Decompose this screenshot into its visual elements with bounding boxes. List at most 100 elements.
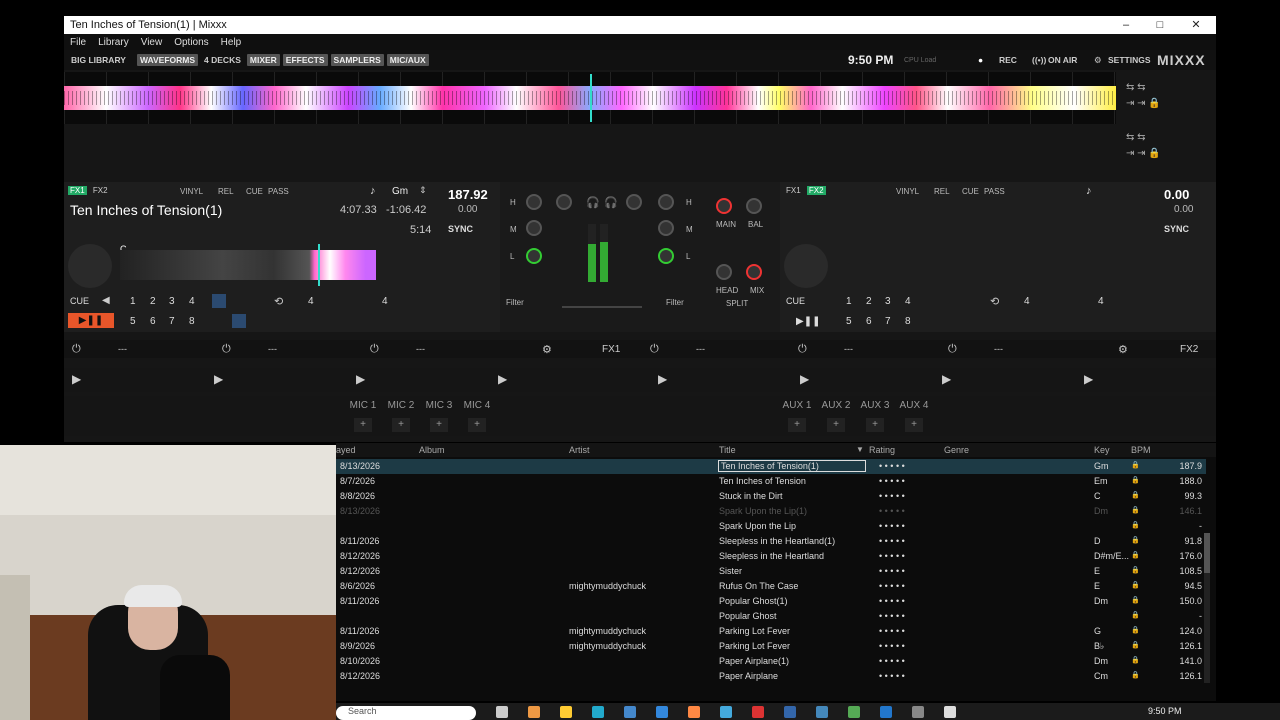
deck2-gain-knob[interactable] <box>626 194 642 210</box>
deck2-cue-mode[interactable]: CUE <box>962 187 979 196</box>
gear-icon[interactable]: ⚙ <box>542 343 552 356</box>
deck1-hotcue-7[interactable]: 7 <box>169 316 175 327</box>
fx1-slot3-select[interactable]: --- <box>416 344 425 354</box>
playhead-marker[interactable] <box>590 74 592 122</box>
rating-stars[interactable]: • • • • • <box>879 641 905 651</box>
bpm-lock-icon[interactable]: 🔒 <box>1131 521 1140 529</box>
minimize-button[interactable]: – <box>1110 16 1142 34</box>
sampler-5-play-icon[interactable]: ▶ <box>658 372 667 386</box>
table-row[interactable]: 8/13/2026 Spark Upon the Lip(1) Dm 146.1 • •… <box>336 504 1206 519</box>
table-row[interactable]: 8/7/2026 Ten Inches of Tension Em 188.0 • • … <box>336 474 1206 489</box>
rating-stars[interactable]: • • • • • <box>879 536 905 546</box>
col-rating[interactable]: Rating <box>869 445 895 455</box>
split-button[interactable]: SPLIT <box>726 299 748 308</box>
deck1-loop-icon[interactable]: ⟲ <box>274 295 283 308</box>
deck1-hotcue-3[interactable]: 3 <box>169 296 175 307</box>
deck2-eq-high-knob[interactable] <box>658 194 674 210</box>
fx2-slot2-select[interactable]: --- <box>844 344 853 354</box>
table-row[interactable]: 8/11/2026 Popular Ghost(1) Dm 150.0 • • • • … <box>336 594 1206 609</box>
head-gain-knob[interactable] <box>716 264 732 280</box>
app-icon-1[interactable] <box>656 706 668 718</box>
sampler-8-play-icon[interactable]: ▶ <box>1084 372 1093 386</box>
table-row[interactable]: 8/9/2026 mightymuddychuck Parking Lot Feve… <box>336 639 1206 654</box>
bpm-lock-icon[interactable]: 🔒 <box>1131 551 1140 559</box>
rating-stars[interactable]: • • • • • <box>879 551 905 561</box>
menu-file[interactable]: File <box>70 37 86 48</box>
deck1-sync-button[interactable]: SYNC <box>448 224 473 234</box>
app-icon-6[interactable] <box>848 706 860 718</box>
firefox-icon[interactable] <box>528 706 540 718</box>
rating-stars[interactable]: • • • • • <box>879 581 905 591</box>
deck2-eq-mid-knob[interactable] <box>658 220 674 236</box>
menu-library[interactable]: Library <box>98 37 129 48</box>
menu-view[interactable]: View <box>141 37 163 48</box>
task-view-icon[interactable] <box>496 706 508 718</box>
bpm-lock-icon[interactable]: 🔒 <box>1131 581 1140 589</box>
zoom-icon[interactable]: ⇆ ⇆ <box>1126 82 1146 93</box>
sampler-4-play-icon[interactable]: ▶ <box>498 372 507 386</box>
bpm-lock-icon[interactable]: 🔒 <box>1131 611 1140 619</box>
fx2-slot3-select[interactable]: --- <box>994 344 1003 354</box>
table-row[interactable]: 8/12/2026 Sleepless in the Heartland D#m/E… <box>336 549 1206 564</box>
deck1-beatjump-size[interactable]: 4 <box>382 296 388 307</box>
mic-3-talkover-button[interactable]: + <box>430 418 448 432</box>
app-icon-8[interactable] <box>912 706 924 718</box>
deck1-key[interactable]: Gm <box>392 186 408 197</box>
deck2-spinny[interactable] <box>784 244 828 288</box>
power-icon[interactable]: ⏻ <box>650 343 659 356</box>
table-row[interactable]: 8/10/2026 Paper Airplane(1) Dm 141.0 • • • •… <box>336 654 1206 669</box>
taskbar-search[interactable]: Search <box>336 706 476 720</box>
bpm-lock-icon[interactable]: 🔒 <box>1131 566 1140 574</box>
col-title[interactable]: Title <box>719 445 736 455</box>
table-row[interactable]: Spark Upon the Lip - • • • • • 🔒 <box>336 519 1206 534</box>
app-icon-3[interactable] <box>720 706 732 718</box>
power-icon[interactable]: ⏻ <box>370 343 379 356</box>
deck2-hotcue-6[interactable]: 6 <box>866 316 872 327</box>
deck1-loop-out-icon[interactable] <box>232 314 246 328</box>
mixxx-taskbar-icon[interactable] <box>944 706 956 718</box>
rating-stars[interactable]: • • • • • <box>879 506 905 516</box>
app-icon-4[interactable] <box>784 706 796 718</box>
deck1-rel[interactable]: REL <box>218 187 234 196</box>
bpm-lock-icon[interactable]: 🔒 <box>1131 506 1140 514</box>
deck2-hotcue-5[interactable]: 5 <box>846 316 852 327</box>
head-mix-knob[interactable] <box>746 264 762 280</box>
bpm-lock-icon[interactable]: 🔒 <box>1131 536 1140 544</box>
deck2-hotcue-3[interactable]: 3 <box>885 296 891 307</box>
deck1-loop-in-icon[interactable] <box>212 294 226 308</box>
deck1-fx1-toggle[interactable]: FX1 <box>68 186 87 195</box>
deck2-fx2-toggle[interactable]: FX2 <box>806 186 826 195</box>
menu-options[interactable]: Options <box>174 37 208 48</box>
deck1-hotcue-5[interactable]: 5 <box>130 316 136 327</box>
store-icon[interactable] <box>624 706 636 718</box>
app-icon-2[interactable] <box>688 706 700 718</box>
deck1-cue-button[interactable]: CUE <box>70 296 89 306</box>
fx2-slot1-select[interactable]: --- <box>696 344 705 354</box>
rating-stars[interactable]: • • • • • <box>879 671 905 681</box>
deck1-hotcue-4[interactable]: 4 <box>189 296 195 307</box>
col-artist[interactable]: Artist <box>569 445 590 455</box>
deck1-rewind-icon[interactable]: ◀ <box>102 295 110 306</box>
fx1-slot2-select[interactable]: --- <box>268 344 277 354</box>
aux-4-button[interactable]: + <box>905 418 923 432</box>
table-row[interactable]: 8/8/2026 Stuck in the Dirt C 99.3 • • • • • 🔒 <box>336 489 1206 504</box>
deck2-cue-button[interactable]: CUE <box>786 296 805 306</box>
bpm-lock-icon[interactable]: 🔒 <box>1131 671 1140 679</box>
aux-1-button[interactable]: + <box>788 418 806 432</box>
four-decks-toggle[interactable]: 4 DECKS <box>201 54 244 66</box>
samplers-toggle[interactable]: SAMPLERS <box>330 54 384 66</box>
power-icon[interactable]: ⏻ <box>798 343 807 356</box>
deck2-vinyl[interactable]: VINYL <box>896 187 919 196</box>
rating-stars[interactable]: • • • • • <box>879 461 905 471</box>
rating-stars[interactable]: • • • • • <box>879 491 905 501</box>
deck2-pass[interactable]: PASS <box>984 187 1005 196</box>
key-stepper-icon[interactable]: ⇕ <box>419 185 427 196</box>
edge-icon[interactable] <box>592 706 604 718</box>
sampler-6-play-icon[interactable]: ▶ <box>800 372 809 386</box>
deck1-hotcue-8[interactable]: 8 <box>189 316 195 327</box>
rating-stars[interactable]: • • • • • <box>879 596 905 606</box>
table-row[interactable]: 8/12/2026 Paper Airplane Cm 126.1 • • • • • 🔒 <box>336 669 1206 684</box>
mic-2-talkover-button[interactable]: + <box>392 418 410 432</box>
power-icon[interactable]: ⏻ <box>948 343 957 356</box>
mixer-toggle[interactable]: MIXER <box>246 54 280 66</box>
